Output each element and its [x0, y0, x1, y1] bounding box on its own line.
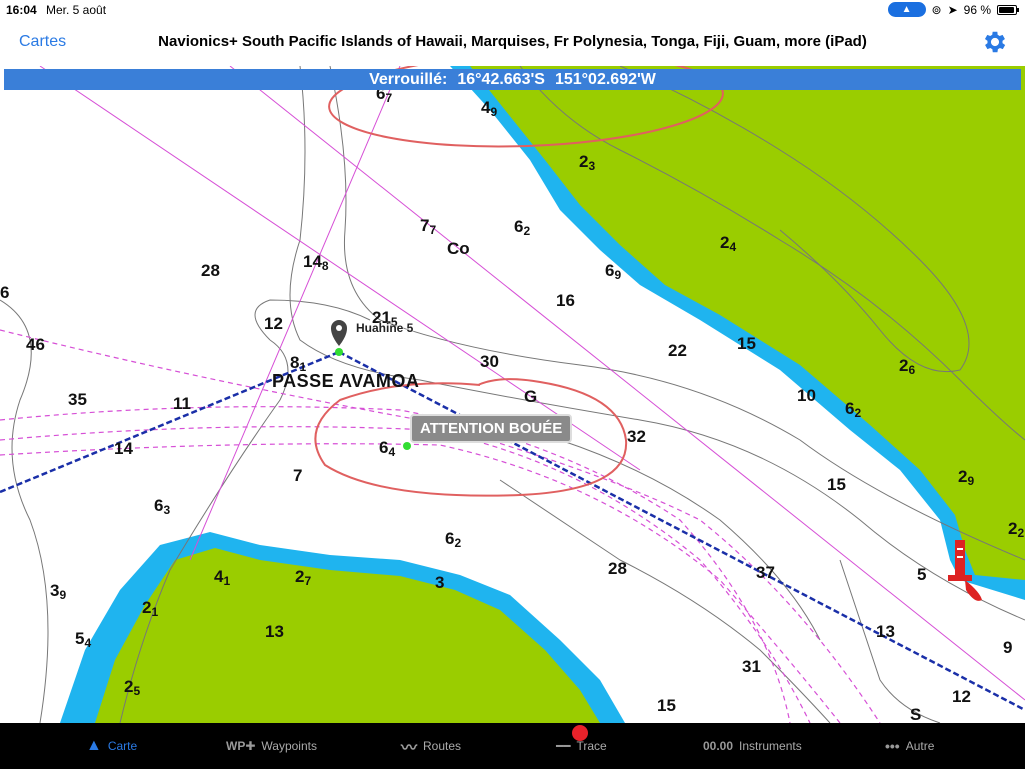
- depth-sounding: 5: [917, 565, 927, 584]
- depth-sounding: 22: [668, 341, 687, 360]
- depth-sounding: 22: [1008, 519, 1025, 540]
- depth-sounding: 35: [68, 390, 87, 409]
- more-dots-icon: •••: [885, 738, 900, 754]
- navigation-active-icon: ▲: [887, 2, 926, 17]
- battery-percent: 96 %: [963, 2, 991, 17]
- depth-sounding: 13: [265, 622, 284, 641]
- tab-waypoints[interactable]: WP✚ Waypoints: [226, 723, 317, 769]
- depth-sounding: 31: [742, 657, 761, 676]
- map-triangle-icon: ▲: [86, 737, 102, 754]
- nautical-chart[interactable]: 67 49 23 77 62 24 28 148 69 16 215 12 46 81 30 22 15 26 35…: [0, 66, 1025, 723]
- depth-sounding: 23: [579, 152, 596, 173]
- depth-sounding: 49: [481, 98, 498, 119]
- tab-label: Instruments: [739, 739, 802, 753]
- battery-icon: [997, 4, 1019, 15]
- depth-sounding: 11: [173, 394, 191, 413]
- depth-sounding: 13: [876, 622, 895, 641]
- depth-sounding: 77: [420, 216, 437, 237]
- depth-sounding: 9: [1003, 638, 1013, 657]
- seabed-label-g: G: [524, 387, 538, 406]
- tab-trace[interactable]: ━━ Trace: [556, 723, 607, 769]
- depth-sounding: 28: [608, 559, 627, 578]
- depth-sounding: 54: [75, 629, 92, 650]
- buoy-dot: [403, 442, 411, 450]
- depth-sounding: 28: [201, 261, 220, 280]
- depth-sounding: 16: [556, 291, 575, 310]
- gear-icon[interactable]: [981, 28, 1009, 56]
- tab-routes[interactable]: 〰 Routes: [401, 723, 461, 769]
- depth-sounding: 12: [264, 314, 283, 333]
- depth-sounding: 12: [952, 687, 971, 706]
- navigation-bar: Cartes Navionics+ South Pacific Islands …: [0, 20, 1025, 66]
- position-lock-banner[interactable]: Verrouillé: 16°42.663'S 151°02.692'W: [4, 69, 1021, 90]
- waypoint-add-icon: WP✚: [226, 739, 256, 753]
- longitude-readout: 151°02.692'W: [554, 70, 656, 88]
- orientation-lock-icon: ⊚: [931, 2, 942, 17]
- tab-label: Carte: [107, 739, 138, 753]
- seabed-label-co: Co: [447, 239, 470, 258]
- depth-sounding: 30: [480, 352, 499, 371]
- depth-sounding: 39: [50, 581, 67, 602]
- depth-sounding: 25: [124, 677, 141, 698]
- lock-label: Verrouillé:: [369, 70, 448, 88]
- depth-sounding: 15: [827, 475, 846, 494]
- depth-sounding: 21: [142, 598, 159, 619]
- tab-autre[interactable]: ••• Autre: [885, 723, 934, 769]
- instruments-readout-icon: 00.00: [703, 739, 734, 753]
- depth-sounding: 26: [899, 356, 916, 377]
- status-date: Mer. 5 août: [46, 3, 107, 17]
- place-name-label: PASSE AVAMOA: [272, 371, 420, 391]
- depth-sounding: 24: [720, 233, 737, 254]
- record-dot-icon: [572, 725, 588, 741]
- waypoint-label[interactable]: Huahine 5: [356, 321, 413, 335]
- depth-sounding: 15: [737, 334, 756, 353]
- tab-label: Autre: [905, 739, 935, 753]
- status-indicators: ▲ ⊚ ➤ 96 %: [887, 2, 1019, 17]
- tab-instruments[interactable]: 00.00 Instruments: [703, 723, 802, 769]
- bottom-tab-bar: ▲ Carte WP✚ Waypoints 〰 Routes ━━ Trace …: [0, 723, 1025, 769]
- waypoint-dot: [335, 348, 343, 356]
- depth-sounding: 148: [303, 252, 329, 273]
- depth-sounding: 46: [26, 335, 45, 354]
- depth-sounding: 69: [605, 261, 622, 282]
- location-arrow-icon: ➤: [947, 2, 958, 17]
- chart-title: Navionics+ South Pacific Islands of Hawa…: [158, 33, 867, 50]
- depth-sounding: 29: [958, 467, 975, 488]
- status-time: 16:04: [6, 3, 37, 17]
- depth-sounding: 3: [435, 573, 445, 592]
- latitude-readout: 16°42.663'S: [457, 70, 545, 88]
- status-bar: 16:04 Mer. 5 août ▲ ⊚ ➤ 96 %: [0, 0, 1025, 20]
- depth-sounding: 14: [114, 439, 133, 458]
- chart-base-layer: [0, 66, 1025, 723]
- tab-label: Routes: [423, 739, 462, 753]
- depth-sounding: 10: [797, 386, 816, 405]
- tab-label: Waypoints: [261, 739, 317, 753]
- tab-label: Trace: [576, 739, 607, 753]
- depth-sounding: 62: [445, 529, 462, 550]
- depth-sounding: 37: [756, 563, 775, 582]
- depth-sounding: 62: [514, 217, 531, 238]
- tab-carte[interactable]: ▲ Carte: [86, 723, 137, 769]
- track-record-icon: ━━: [556, 725, 588, 753]
- depth-sounding: 6: [0, 283, 10, 302]
- depth-sounding: 64: [379, 438, 396, 459]
- depth-sounding: 7: [293, 466, 303, 485]
- depth-sounding: 62: [845, 399, 862, 420]
- track-line-glyph: ━━: [556, 739, 571, 753]
- depth-sounding: 15: [657, 696, 676, 715]
- depth-sounding: 41: [214, 567, 231, 588]
- buoy-warning-callout[interactable]: ATTENTION BOUÉE: [410, 414, 573, 443]
- seabed-label-s: S: [910, 705, 922, 723]
- depth-sounding: 27: [295, 567, 312, 588]
- waypoint-pin-icon: [331, 320, 347, 346]
- land-south: [95, 548, 600, 723]
- depth-sounding: 32: [627, 427, 646, 446]
- route-zigzag-icon: 〰: [401, 740, 418, 757]
- depth-sounding: 63: [154, 496, 171, 517]
